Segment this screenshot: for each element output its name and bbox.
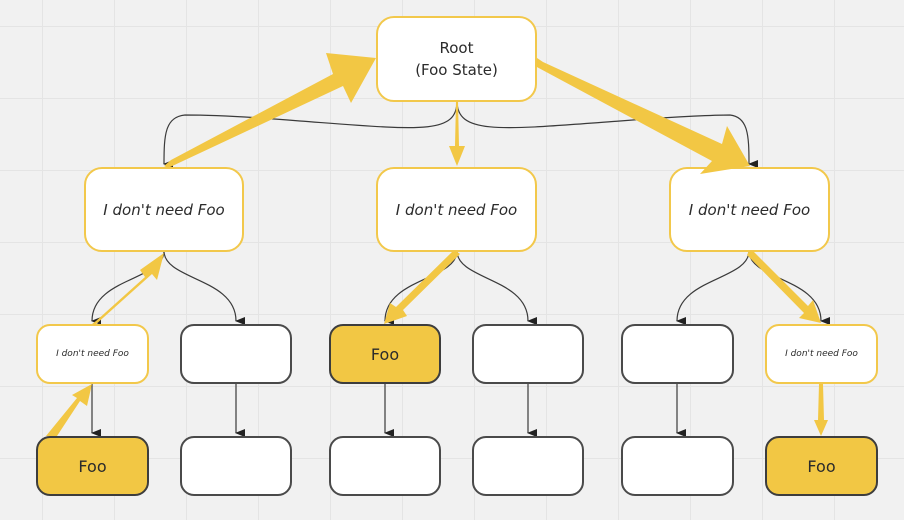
diagram-canvas: Root (Foo State) I don't need Foo I don'… [0, 0, 904, 520]
flow-arrow-root-to-l2right [535, 58, 750, 174]
flow-arrow-l2middle-to-l3foo [384, 251, 460, 324]
flow-arrow-l4left-to-l3left [46, 384, 92, 436]
flow-arrow-root-to-l2middle [449, 101, 465, 166]
flow-arrow-l3left-to-l2left [92, 253, 164, 326]
flow-arrow-l2right-to-l3right [747, 251, 821, 323]
data-flow-arrows-layer [46, 53, 828, 436]
flow-arrow-l3right-to-l4right [814, 384, 828, 436]
flow-arrow-l2left-to-root [164, 53, 376, 168]
